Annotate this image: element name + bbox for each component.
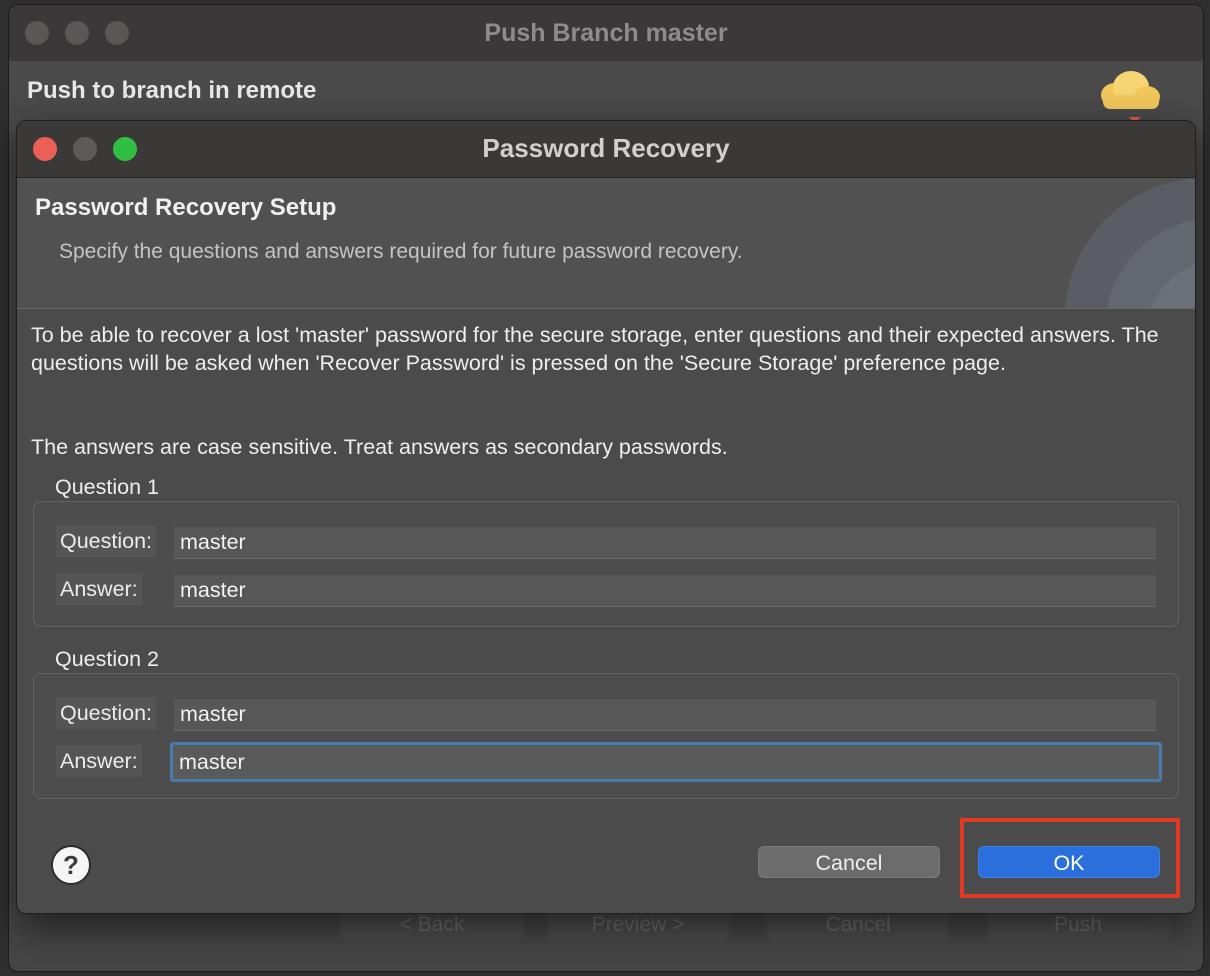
question-1-label: Question 1 xyxy=(55,475,159,499)
push-branch-titlebar: Push Branch master xyxy=(9,5,1203,62)
question-1-answer-input[interactable] xyxy=(174,575,1156,607)
question-2-question-input[interactable] xyxy=(174,699,1156,731)
cancel-button[interactable]: Cancel xyxy=(758,846,940,878)
question-2-answer-input[interactable] xyxy=(170,742,1162,782)
push-branch-title: Push Branch master xyxy=(484,19,728,47)
question-1-answer-label: Answer: xyxy=(56,573,142,605)
question-1-question-input[interactable] xyxy=(174,527,1156,559)
case-sensitive-note: The answers are case sensitive. Treat an… xyxy=(31,435,728,459)
banner-description: Specify the questions and answers requir… xyxy=(59,240,743,263)
push-branch-heading: Push to branch in remote xyxy=(27,77,317,104)
banner-decoration xyxy=(1065,178,1195,308)
dialog-title: Password Recovery xyxy=(482,133,730,163)
question-1-question-label: Question: xyxy=(56,525,157,557)
cloud-icon xyxy=(1101,71,1160,123)
question-1-group: Question: Answer: xyxy=(33,501,1179,627)
dialog-banner: Password Recovery Setup Specify the ques… xyxy=(17,178,1195,309)
dialog-titlebar: Password Recovery xyxy=(17,121,1195,178)
banner-title: Password Recovery Setup xyxy=(35,194,337,221)
question-mark-icon[interactable]: ? xyxy=(51,845,91,885)
question-2-answer-label: Answer: xyxy=(56,745,142,777)
question-2-question-label: Question: xyxy=(56,697,157,729)
intro-text: To be able to recover a lost 'master' pa… xyxy=(31,323,1159,375)
question-2-group: Question: Answer: xyxy=(33,673,1179,799)
ok-highlight-box xyxy=(960,818,1180,898)
question-2-label: Question 2 xyxy=(55,647,159,671)
password-recovery-dialog: Password Recovery Password Recovery Setu… xyxy=(16,120,1196,914)
